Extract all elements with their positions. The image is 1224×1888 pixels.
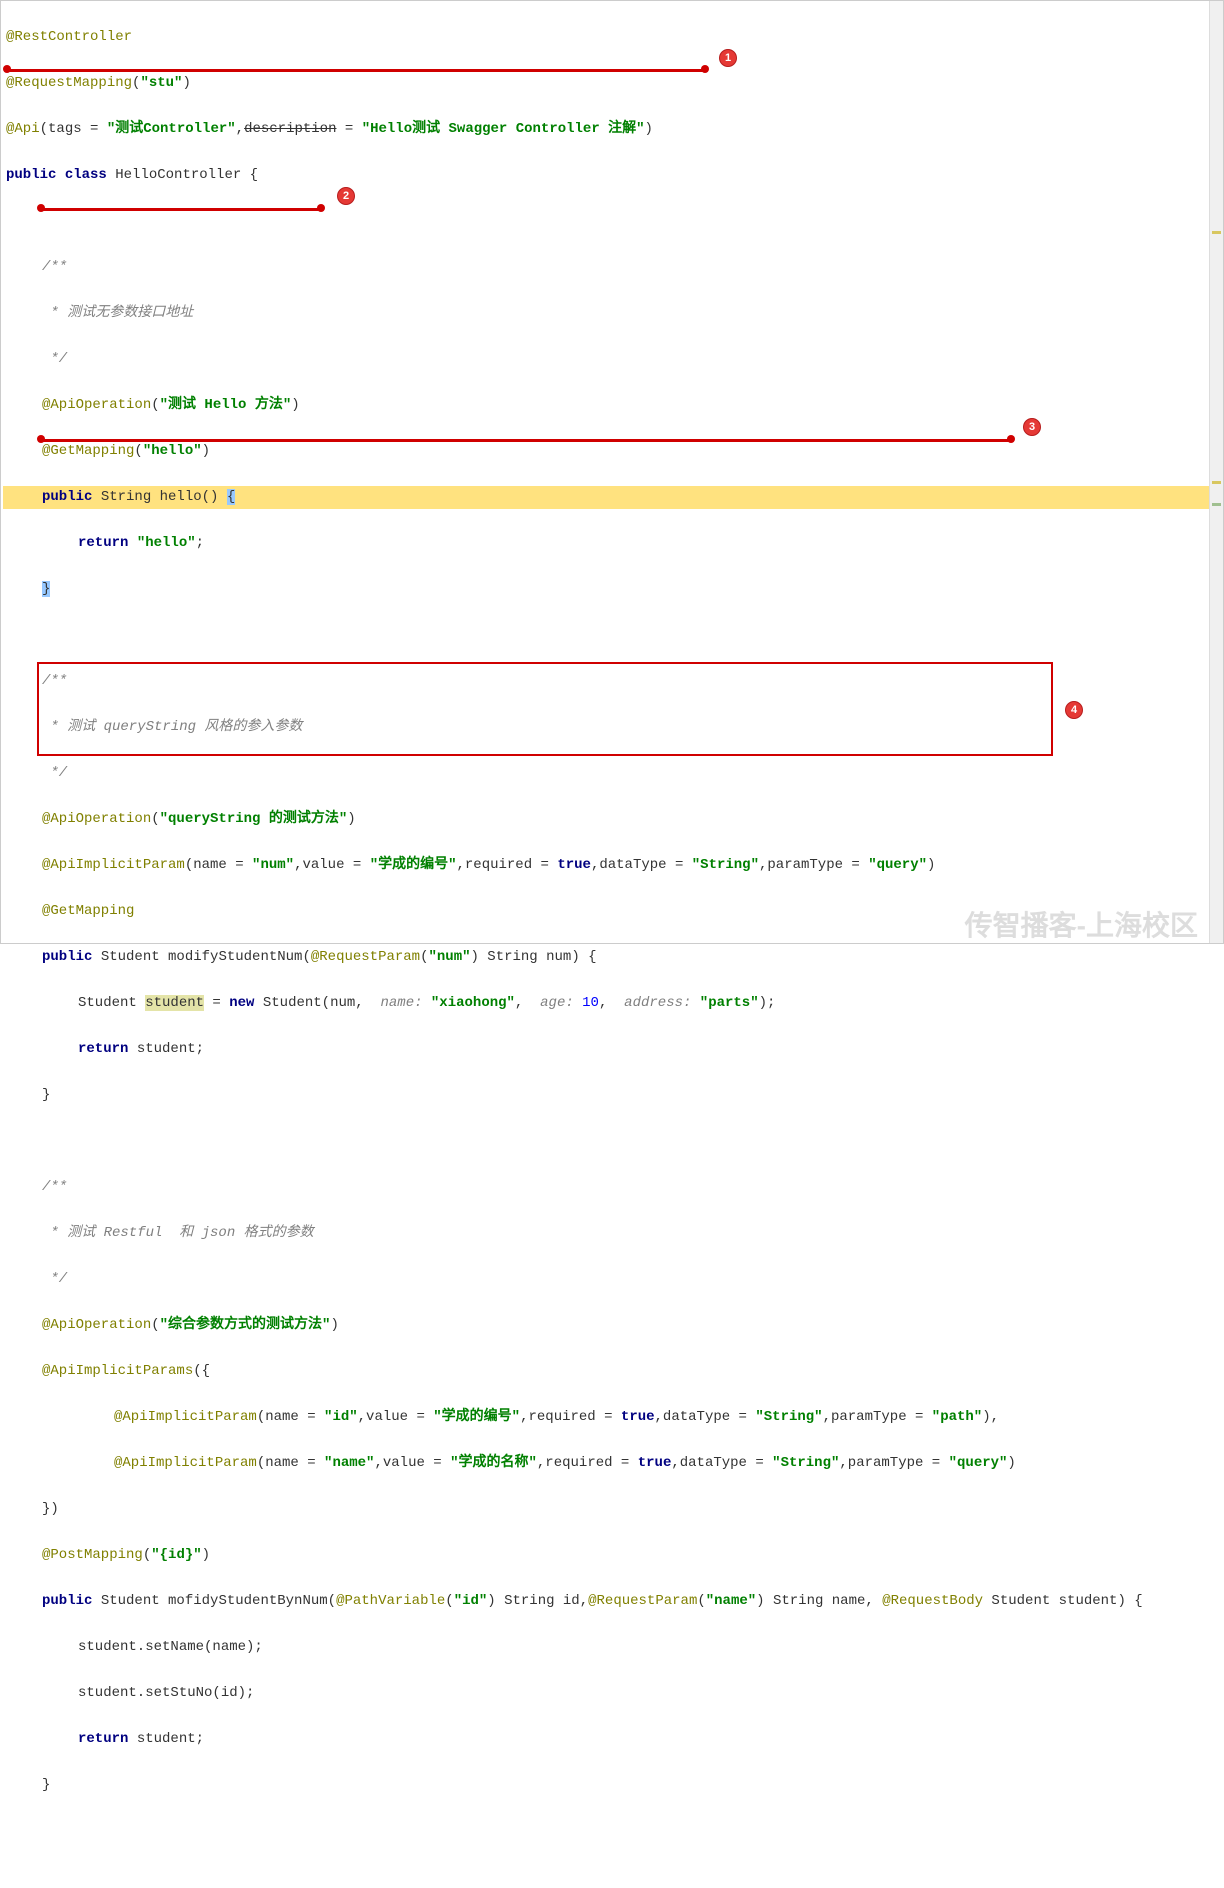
badge-1: 1	[719, 49, 737, 67]
code-editor[interactable]: @RestController @RequestMapping("stu") @…	[1, 1, 1223, 1888]
highlighted-method: public String hello() {	[3, 486, 1223, 509]
editor-gutter[interactable]	[1209, 1, 1223, 943]
class-name: HelloController {	[107, 167, 258, 183]
annotation-api: @Api	[6, 121, 40, 137]
badge-2: 2	[337, 187, 355, 205]
annotation: @RequestMapping	[6, 75, 132, 91]
redline-2	[39, 208, 321, 211]
redline-1	[5, 69, 705, 72]
badge-4: 4	[1065, 701, 1083, 719]
annotation: @RestController	[6, 29, 132, 45]
badge-3: 3	[1023, 418, 1041, 436]
redline-3	[39, 439, 1011, 442]
